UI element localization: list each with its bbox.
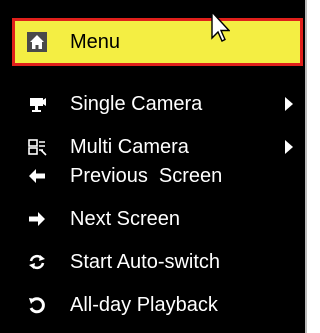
menu-item-next-screen[interactable]: Next Screen bbox=[0, 197, 305, 241]
menu-item-start-auto-switch[interactable]: Start Auto-switch bbox=[0, 240, 305, 284]
context-menu: Menu Single Camera Multi Camera Previous… bbox=[0, 0, 307, 333]
menu-item-label: Start Auto-switch bbox=[70, 250, 221, 273]
camera-icon bbox=[24, 91, 50, 117]
arrow-right-icon bbox=[24, 206, 50, 232]
menu-item-previous-screen[interactable]: Previous Screen bbox=[0, 154, 305, 198]
home-icon bbox=[24, 29, 50, 55]
auto-switch-icon bbox=[24, 249, 50, 275]
menu-item-all-day-playback[interactable]: All-day Playback bbox=[0, 283, 305, 327]
menu-item-label: Next Screen bbox=[70, 207, 181, 230]
arrow-left-icon bbox=[24, 163, 50, 189]
submenu-arrow-icon bbox=[285, 97, 293, 111]
menu-item-menu[interactable]: Menu bbox=[12, 18, 303, 66]
menu-item-label: Menu bbox=[70, 30, 121, 53]
menu-item-label: Previous Screen bbox=[70, 164, 223, 187]
playback-icon bbox=[24, 292, 50, 318]
menu-item-label: All-day Playback bbox=[70, 293, 218, 316]
mouse-cursor-icon bbox=[211, 10, 230, 42]
menu-item-single-camera[interactable]: Single Camera bbox=[0, 82, 305, 126]
submenu-arrow-icon bbox=[285, 140, 293, 154]
menu-item-label: Single Camera bbox=[70, 92, 203, 115]
